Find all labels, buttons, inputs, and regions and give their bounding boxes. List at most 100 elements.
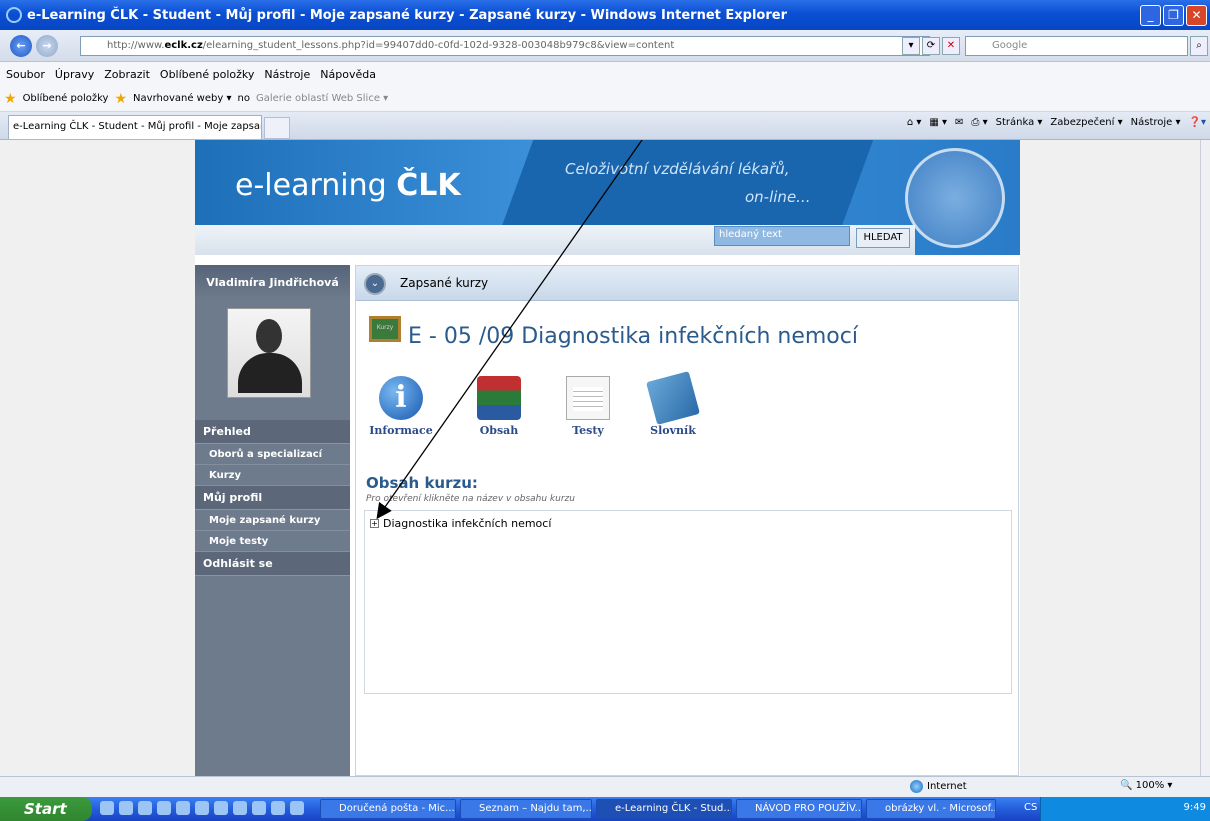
fav-web-slice[interactable]: Galerie oblastí Web Slice ▾ [256,93,388,104]
quicklaunch-icon[interactable] [176,801,190,815]
system-tray: 9:49 [1040,797,1210,821]
contents-heading: Obsah kurzu: [366,474,478,492]
task-outlook[interactable]: Doručená pošta - Mic... [320,799,456,819]
home-icon[interactable]: ⌂ ▾ [907,117,922,128]
quicklaunch-icon[interactable] [100,801,114,815]
window-title: e-Learning ČLK - Student - Můj profil - … [27,7,788,23]
start-button[interactable]: Start [0,797,92,821]
quicklaunch-icon[interactable] [290,801,304,815]
favorites-bar: ★ Oblíbené položky ★ Navrhované weby ▾ n… [0,86,1210,112]
quicklaunch-icon[interactable] [252,801,266,815]
notepad-icon [566,376,610,420]
status-bar: Internet 🔍 100% ▾ [0,776,1210,797]
collapse-icon[interactable]: ⌄ [364,273,386,295]
quicklaunch-icon[interactable] [195,801,209,815]
address-field[interactable]: http://www.eclk.cz/elearning_student_les… [80,36,930,56]
zoom-control[interactable]: 🔍 100% ▾ [1120,780,1172,791]
menu-file[interactable]: Soubor [6,68,45,81]
menu-favorites[interactable]: Oblíbené položky [160,68,255,81]
tree-item-label[interactable]: Diagnostika infekčních nemocí [383,517,551,530]
vertical-scrollbar[interactable] [1200,140,1210,776]
tools-menu[interactable]: Nástroje ▾ [1131,117,1181,128]
site-search-button[interactable]: HLEDAT [856,228,910,248]
menu-bar: Soubor Úpravy Zobrazit Oblíbené položky … [0,62,1210,86]
quicklaunch-icon[interactable] [157,801,171,815]
refresh-icon[interactable]: ⟳ [922,37,940,55]
task-navod[interactable]: NÁVOD PRO POUŽÍV... [736,799,862,819]
new-tab-button[interactable] [264,117,290,139]
stop-icon[interactable]: ✕ [942,37,960,55]
fav-no[interactable]: no [237,93,249,104]
taskbar: Start Doručená pošta - Mic... Seznam – N… [0,797,1210,821]
sidebar-item-logout[interactable]: Odhlásit se [195,552,350,576]
tree-item[interactable]: + Diagnostika infekčních nemocí [370,517,551,530]
fav-suggested-sites[interactable]: Navrhované weby ▾ [133,93,231,104]
minimize-button[interactable]: _ [1140,5,1161,26]
add-favorite-icon[interactable]: ★ [114,91,127,107]
task-seznam[interactable]: Seznam – Najdu tam,... [460,799,592,819]
ie-icon [6,7,22,23]
quick-launch [100,801,304,815]
quicklaunch-icon[interactable] [119,801,133,815]
user-sidebar: Vladimíra Jindřichová Přehled Oborů a sp… [195,265,350,776]
dictionary-icon [646,371,700,425]
info-button[interactable]: i Informace [366,376,436,437]
address-toolbar: ← → http://www.eclk.cz/elearning_student… [0,30,1210,62]
page-right-margin [1020,140,1200,776]
site-logo[interactable]: e-learning ČLK [235,168,461,203]
dictionary-button[interactable]: Slovník [638,371,708,437]
sidebar-header-profile[interactable]: Můj profil [195,486,350,510]
favorites-button[interactable]: Oblíbené položky [23,93,109,104]
globe-icon [910,780,923,793]
page-menu[interactable]: Stránka ▾ [996,117,1043,128]
page-left-margin [0,140,195,776]
avatar [227,308,311,398]
quicklaunch-icon[interactable] [233,801,247,815]
sidebar-item-my-tests[interactable]: Moje testy [195,531,350,552]
sidebar-item-courses[interactable]: Kurzy [195,465,350,486]
search-icon[interactable]: ⌕ [1190,36,1208,56]
back-button[interactable]: ← [10,35,32,57]
command-bar: ⌂ ▾ ▦ ▾ ✉ ⎙ ▾ Stránka ▾ Zabezpečení ▾ Ná… [907,117,1206,128]
site-search-input[interactable]: hledaný text [714,226,850,246]
sidebar-item-my-courses[interactable]: Moje zapsané kurzy [195,510,350,531]
quicklaunch-icon[interactable] [138,801,152,815]
forward-button[interactable]: → [36,35,58,57]
section-header: ⌄ Zapsané kurzy [356,266,1018,301]
user-name: Vladimíra Jindřichová [195,265,350,300]
web-search-input[interactable]: Google [965,36,1188,56]
sidebar-header-overview[interactable]: Přehled [195,420,350,444]
browser-tab[interactable]: e-Learning ČLK - Student - Můj profil - … [8,115,262,139]
menu-tools[interactable]: Nástroje [264,68,310,81]
task-elearning[interactable]: e-Learning ČLK - Stud... [596,799,732,819]
task-obrazky[interactable]: obrázky vl. - Microsof... [866,799,996,819]
menu-view[interactable]: Zobrazit [104,68,150,81]
menu-help[interactable]: Nápověda [320,68,376,81]
close-button[interactable]: ✕ [1186,5,1207,26]
zone-indicator: Internet [910,780,967,793]
sidebar-item-fields[interactable]: Oborů a specializací [195,444,350,465]
site-tagline-2: on-line... [745,188,811,206]
feeds-icon[interactable]: ▦ ▾ [929,117,947,128]
info-icon: i [379,376,423,420]
help-icon[interactable]: ❓▾ [1189,117,1206,128]
favorites-star-icon: ★ [4,90,17,107]
tests-button[interactable]: Testy [553,376,623,437]
security-menu[interactable]: Zabezpečení ▾ [1050,117,1122,128]
window-titlebar: e-Learning ČLK - Student - Můj profil - … [0,0,1210,30]
maximize-button[interactable]: ❐ [1163,5,1184,26]
language-indicator[interactable]: CS [1024,802,1037,813]
clock[interactable]: 9:49 [1184,802,1206,813]
quicklaunch-icon[interactable] [214,801,228,815]
menu-edit[interactable]: Úpravy [55,68,94,81]
section-title: Zapsané kurzy [400,276,489,290]
quicklaunch-icon[interactable] [271,801,285,815]
chalkboard-icon: Kurzy [369,316,401,342]
mail-icon[interactable]: ✉ [955,117,963,128]
books-icon [477,376,521,420]
address-tools: ▾ ⟳ ✕ [902,37,960,55]
dropdown-icon[interactable]: ▾ [902,37,920,55]
contents-button[interactable]: Obsah [464,376,534,437]
expand-icon[interactable]: + [370,519,379,528]
print-icon[interactable]: ⎙ ▾ [971,117,987,128]
